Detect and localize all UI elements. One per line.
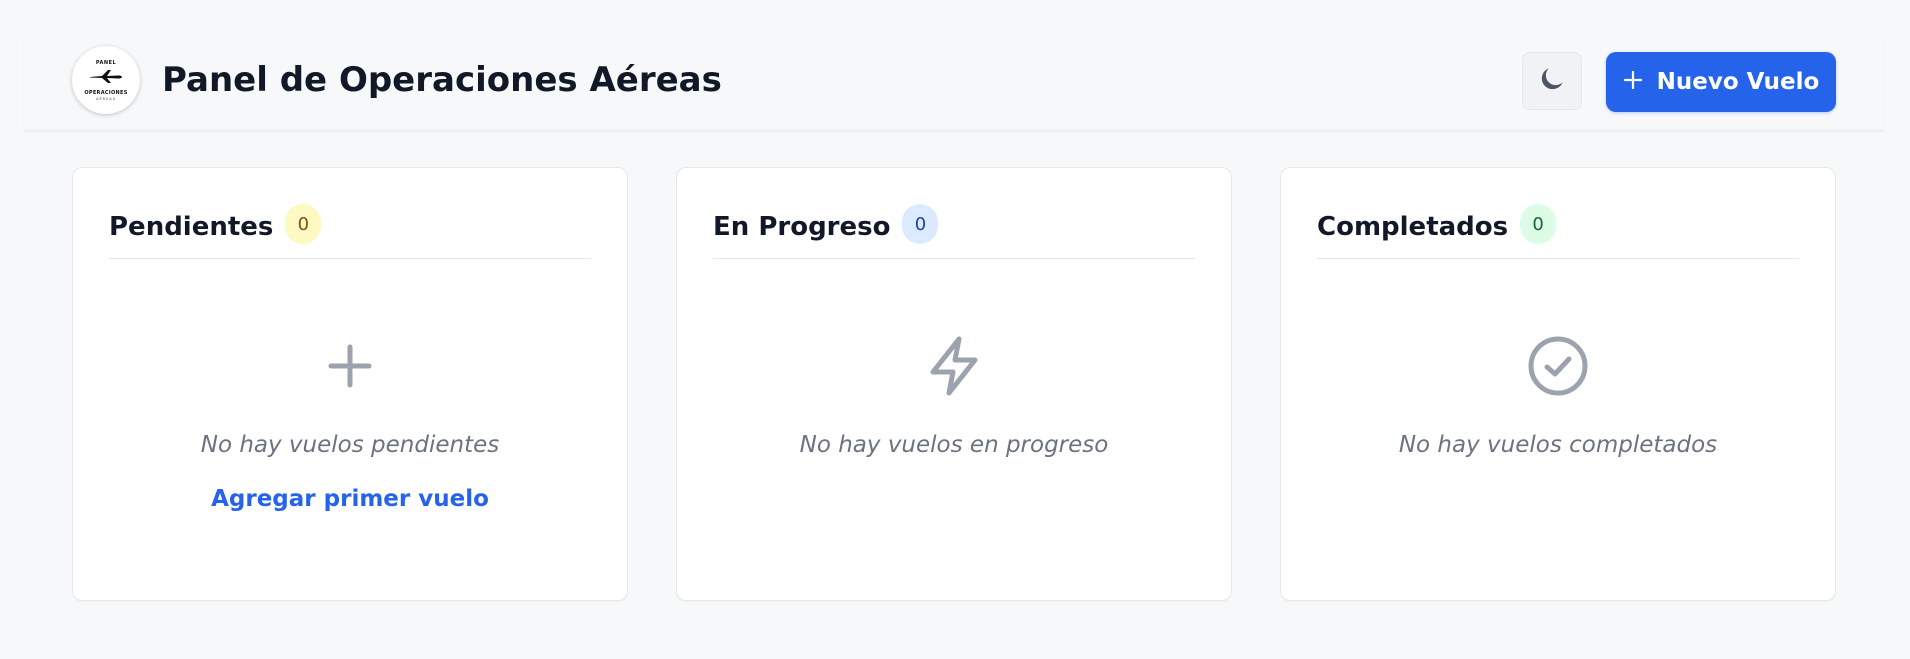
check-circle-icon	[1526, 334, 1590, 398]
new-flight-label: Nuevo Vuelo	[1656, 69, 1820, 95]
theme-toggle-button[interactable]	[1522, 52, 1582, 110]
logo-main-text: OPERACIONES	[84, 89, 128, 96]
count-badge: 0	[285, 204, 322, 244]
logo-sub-text: AÉREAS	[96, 96, 116, 101]
column-completados: Completados 0 No hay vuelos completados	[1280, 167, 1836, 601]
column-pendientes: Pendientes 0 No hay vuelos pendientes Ag…	[72, 167, 628, 601]
empty-state-text: No hay vuelos en progreso	[799, 432, 1109, 458]
column-header: Completados 0	[1317, 204, 1799, 259]
logo-top-text: PANEL	[95, 59, 117, 66]
column-header: Pendientes 0	[109, 204, 591, 259]
empty-state-text: No hay vuelos completados	[1398, 432, 1718, 458]
top-bar: PANEL OPERACIONES AÉREAS Panel de Operac…	[24, 34, 1884, 131]
plus-icon	[318, 334, 382, 398]
page-title: Panel de Operaciones Aéreas	[162, 60, 722, 100]
new-flight-button[interactable]: Nuevo Vuelo	[1606, 52, 1836, 112]
count-badge: 0	[902, 204, 939, 244]
add-first-flight-link[interactable]: Agregar primer vuelo	[73, 486, 627, 512]
empty-state-text: No hay vuelos pendientes	[200, 432, 500, 458]
column-en-progreso: En Progreso 0 No hay vuelos en progreso	[676, 167, 1232, 601]
column-header: En Progreso 0	[713, 204, 1195, 259]
plus-icon	[1623, 70, 1643, 94]
column-title: Pendientes	[109, 212, 274, 242]
lightning-icon	[922, 334, 986, 398]
column-title: En Progreso	[713, 212, 891, 242]
count-badge: 0	[1520, 204, 1557, 244]
airplane-icon	[88, 68, 124, 88]
column-title: Completados	[1317, 212, 1509, 242]
app-logo: PANEL OPERACIONES AÉREAS	[72, 46, 140, 114]
moon-icon	[1537, 64, 1567, 98]
